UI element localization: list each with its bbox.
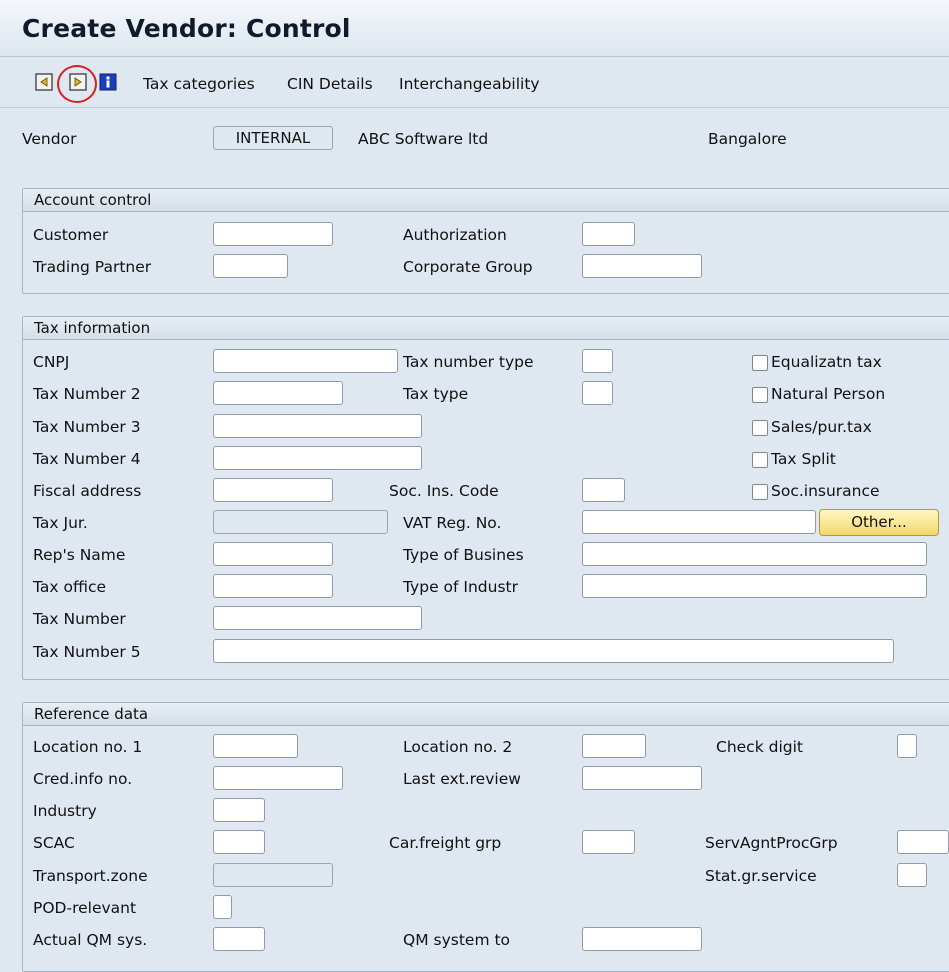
vat-reg-no-field[interactable] [582,510,816,534]
sales-pur-tax-checkbox[interactable] [752,420,768,436]
serv-agnt-proc-grp-label: ServAgntProcGrp [705,834,838,852]
vendor-field: INTERNAL [213,126,333,150]
tax-office-field[interactable] [213,574,333,598]
trading-partner-field[interactable] [213,254,288,278]
transport-zone-label: Transport.zone [33,867,148,885]
stat-gr-service-field[interactable] [897,863,927,887]
type-of-industry-field[interactable] [582,574,927,598]
vendor-city: Bangalore [708,130,787,148]
tax-type-label: Tax type [403,385,469,403]
equalization-tax-checkbox[interactable] [752,355,768,371]
industry-field[interactable] [213,798,265,822]
type-of-industry-label: Type of Industr [403,578,518,596]
scac-field[interactable] [213,830,265,854]
pod-relevant-field[interactable] [213,895,232,919]
location-no-2-label: Location no. 2 [403,738,513,756]
highlight-circle [57,65,97,103]
tax-number-4-label: Tax Number 4 [33,450,141,468]
last-ext-review-field[interactable] [582,766,702,790]
tax-jur-field [213,510,388,534]
tax-number-5-label: Tax Number 5 [33,643,141,661]
tax-number-label: Tax Number [33,610,126,628]
soc-ins-code-label: Soc. Ins. Code [389,482,499,500]
location-no-1-field[interactable] [213,734,298,758]
info-button[interactable] [99,73,119,93]
other-button[interactable]: Other... [819,509,939,536]
prev-screen-button[interactable] [35,73,55,93]
group-header: Reference data [23,703,949,726]
scac-label: SCAC [33,834,75,852]
type-of-business-field[interactable] [582,542,927,566]
info-icon [99,73,117,91]
natural-person-label: Natural Person [771,385,886,403]
car-freight-grp-label: Car.freight grp [389,834,502,852]
interchangeability-button[interactable]: Interchangeability [399,75,540,93]
tax-number-2-field[interactable] [213,381,343,405]
natural-person-checkbox[interactable] [752,387,768,403]
vat-reg-no-label: VAT Reg. No. [403,514,502,532]
tax-number-3-label: Tax Number 3 [33,418,141,436]
tax-number-3-field[interactable] [213,414,422,438]
industry-label: Industry [33,802,97,820]
qm-system-to-label: QM system to [403,931,511,949]
tax-split-checkbox[interactable] [752,452,768,468]
qm-system-to-field[interactable] [582,927,702,951]
tax-number-2-label: Tax Number 2 [33,385,141,403]
type-of-business-label: Type of Busines [403,546,524,564]
cin-details-button[interactable]: CIN Details [287,75,373,93]
tax-number-5-field[interactable] [213,639,894,663]
sales-pur-tax-label: Sales/pur.tax [771,418,872,436]
equalization-tax-label: Equalizatn tax [771,353,882,371]
soc-insurance-label: Soc.insurance [771,482,880,500]
fiscal-address-label: Fiscal address [33,482,142,500]
pod-relevant-label: POD-relevant [33,899,137,917]
serv-agnt-proc-grp-field[interactable] [897,830,949,854]
corporate-group-field[interactable] [582,254,702,278]
vendor-label: Vendor [22,130,77,148]
group-title: Account control [34,191,152,209]
tax-split-label: Tax Split [771,450,836,468]
tax-number-field[interactable] [213,606,422,630]
vendor-name: ABC Software ltd [358,130,489,148]
transport-zone-field [213,863,333,887]
actual-qm-sys-field[interactable] [213,927,265,951]
stat-gr-service-label: Stat.gr.service [705,867,817,885]
cnpj-field[interactable] [213,349,398,373]
tax-jur-label: Tax Jur. [33,514,88,532]
customer-field[interactable] [213,222,333,246]
check-digit-label: Check digit [716,738,803,756]
actual-qm-sys-label: Actual QM sys. [33,931,148,949]
tax-categories-button[interactable]: Tax categories [143,75,255,93]
car-freight-grp-field[interactable] [582,830,635,854]
corporate-group-label: Corporate Group [403,258,533,276]
page-title: Create Vendor: Control [22,14,351,43]
group-title: Tax information [34,319,151,337]
trading-partner-label: Trading Partner [33,258,152,276]
tax-number-type-field[interactable] [582,349,613,373]
check-digit-field[interactable] [897,734,917,758]
group-title: Reference data [34,705,149,723]
tax-number-type-label: Tax number type [403,353,534,371]
tax-number-4-field[interactable] [213,446,422,470]
soc-ins-code-field[interactable] [582,478,625,502]
authorization-label: Authorization [403,226,507,244]
location-no-1-label: Location no. 1 [33,738,143,756]
cnpj-label: CNPJ [33,353,70,371]
location-no-2-field[interactable] [582,734,646,758]
fiscal-address-field[interactable] [213,478,333,502]
reps-name-label: Rep's Name [33,546,126,564]
tax-office-label: Tax office [33,578,107,596]
cred-info-no-label: Cred.info no. [33,770,133,788]
reps-name-field[interactable] [213,542,333,566]
last-ext-review-label: Last ext.review [403,770,521,788]
prev-screen-icon [35,73,53,91]
tax-type-field[interactable] [582,381,613,405]
authorization-field[interactable] [582,222,635,246]
cred-info-no-field[interactable] [213,766,343,790]
group-header: Account control [23,189,949,212]
soc-insurance-checkbox[interactable] [752,484,768,500]
group-header: Tax information [23,317,949,340]
customer-label: Customer [33,226,109,244]
